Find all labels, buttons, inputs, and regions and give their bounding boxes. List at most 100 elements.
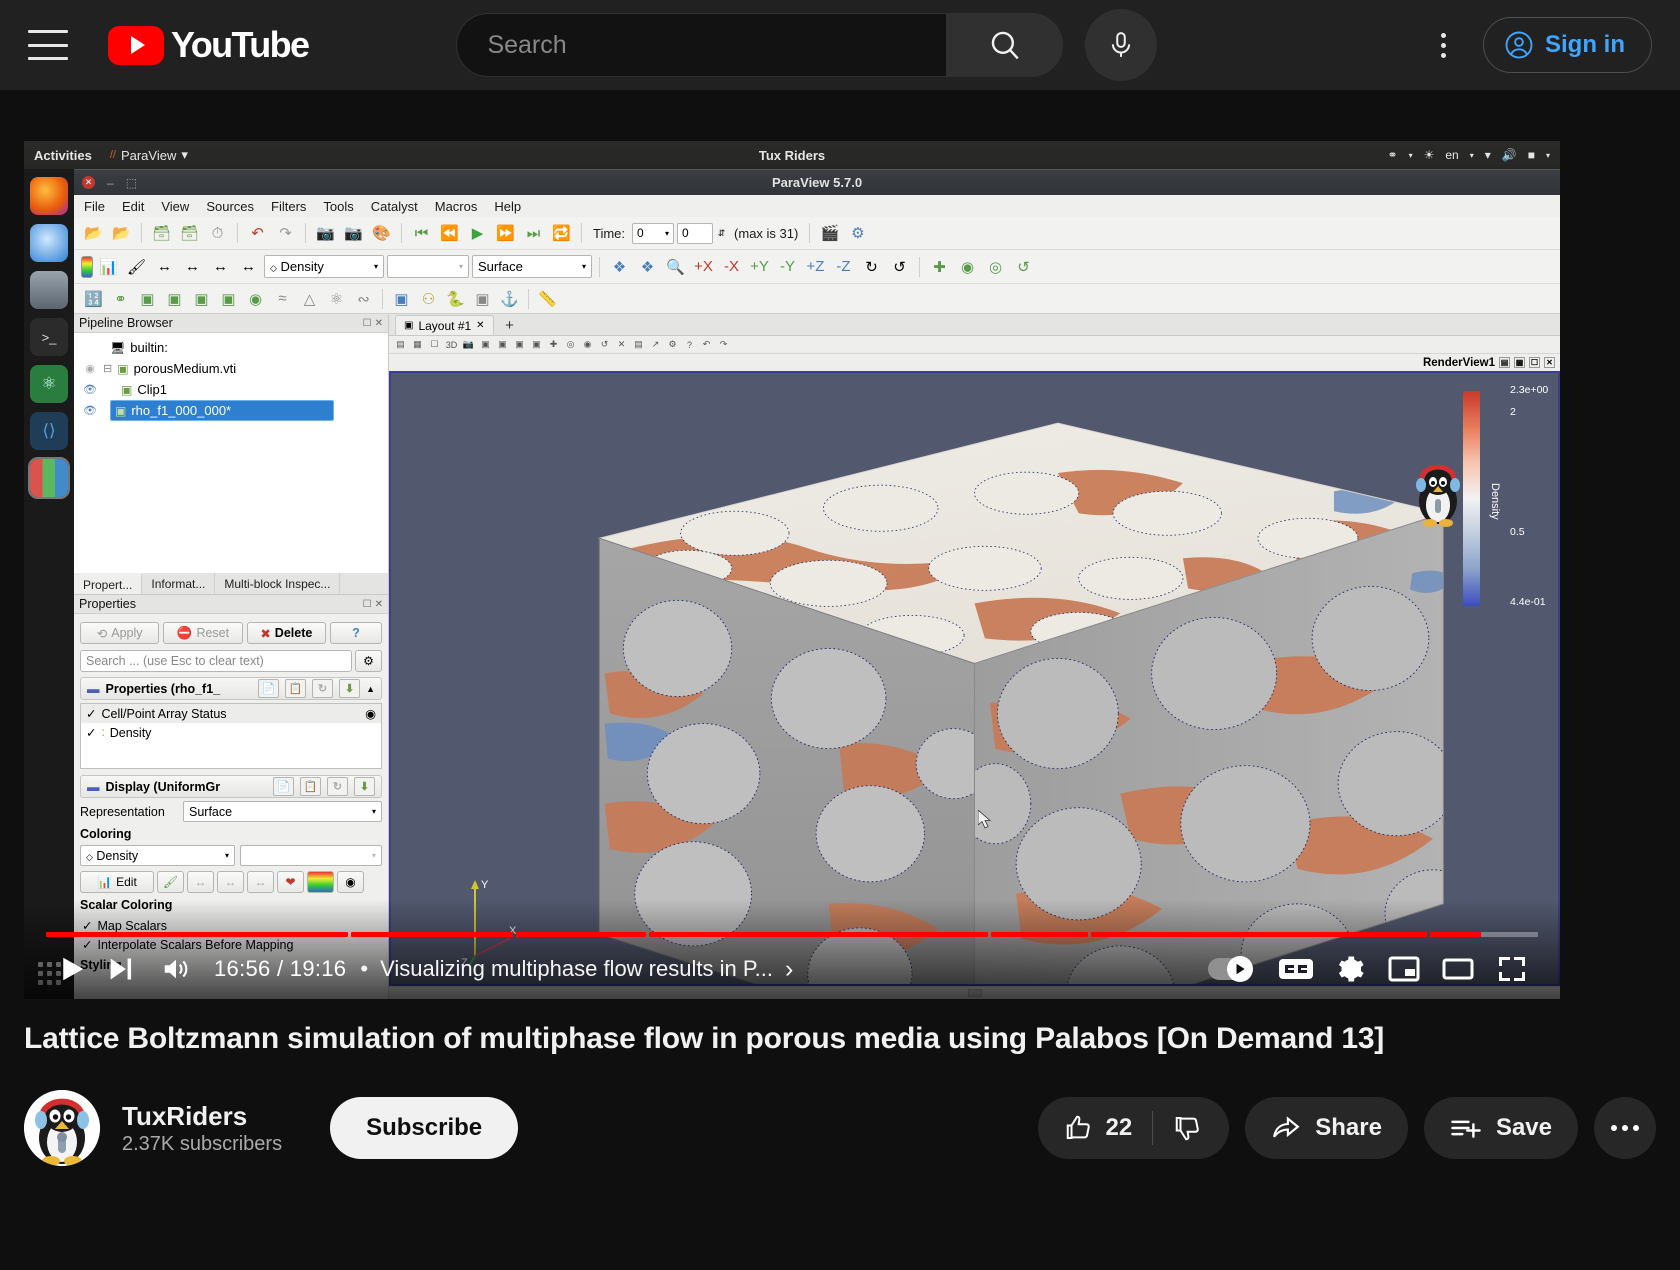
firefox-icon[interactable] — [30, 177, 68, 215]
slice-filter-icon[interactable]: ▣ — [162, 286, 187, 311]
ruler-measure-icon[interactable]: 📏 — [535, 286, 560, 311]
menu-help[interactable]: Help — [494, 199, 521, 214]
choose-preset-icon[interactable]: 🖌 — [157, 871, 184, 893]
visibility-eye-icon[interactable]: ◉ — [82, 362, 98, 375]
paste-properties-icon[interactable]: 📋 — [285, 679, 307, 698]
menu-catalyst[interactable]: Catalyst — [371, 199, 418, 214]
undo-icon[interactable]: ↶ — [245, 221, 270, 246]
extract-subset-icon[interactable]: ▣ — [216, 286, 241, 311]
camera-minus-x-icon[interactable]: -X — [719, 254, 744, 279]
collapse-icon[interactable]: ▬ — [87, 780, 100, 794]
plot-over-line-icon[interactable]: ▣ — [389, 286, 414, 311]
miniplayer-button[interactable] — [1380, 945, 1428, 993]
center-axes-view-icon[interactable]: ✚ — [546, 337, 561, 352]
array-item-density[interactable]: ✓ ∶ Density — [81, 723, 381, 742]
thunderbird-icon[interactable] — [30, 224, 68, 262]
hide-center-icon[interactable]: ✕ — [614, 337, 629, 352]
open-file-icon[interactable]: 📂 — [81, 221, 106, 246]
tab-information[interactable]: Informat... — [142, 573, 216, 594]
loop-animation-icon[interactable]: 🔁 — [549, 221, 574, 246]
clip-filter-icon[interactable]: ▣ — [135, 286, 160, 311]
show-orientation-axes-icon[interactable]: ↺ — [1011, 254, 1036, 279]
render-view-3d[interactable]: Y X Z 2.3e+00 2 0.5 4.4e-01 Density — [389, 371, 1560, 986]
search-box[interactable] — [456, 13, 947, 77]
camera-redo-icon[interactable]: 📷 — [341, 221, 366, 246]
edit-color-map-icon[interactable]: 📊 — [96, 254, 121, 279]
chapter-segment[interactable] — [1091, 932, 1428, 937]
glyph-filter-icon[interactable]: ◉ — [243, 286, 268, 311]
array-options-icon[interactable]: ◉ — [365, 706, 376, 721]
share-button[interactable]: Share — [1245, 1097, 1408, 1159]
chapter-chevron-icon[interactable]: › — [785, 955, 793, 984]
center-axes-icon[interactable]: ✚ — [927, 254, 952, 279]
maximize-view-btn-icon[interactable]: ☐ — [1529, 357, 1540, 368]
autoplay-toggle[interactable] — [1208, 956, 1266, 982]
add-layout-button[interactable]: + — [500, 315, 520, 335]
view-help-icon[interactable]: ? — [682, 337, 697, 352]
video-player[interactable]: Activities // ParaView ▾ Tux Riders ⚭ ▾ ☀… — [24, 141, 1560, 999]
interaction-mode-3d-icon[interactable]: 3D — [444, 337, 459, 352]
animation-settings-icon[interactable]: ⚙ — [845, 221, 870, 246]
menu-sources[interactable]: Sources — [206, 199, 254, 214]
menu-edit[interactable]: Edit — [122, 199, 144, 214]
previous-frame-icon[interactable]: ⏪ — [437, 221, 462, 246]
channel-name[interactable]: TuxRiders — [122, 1100, 282, 1133]
edit-color-map-button[interactable]: 📊 Edit — [80, 871, 154, 893]
redo-camera-icon[interactable]: ↷ — [716, 337, 731, 352]
next-video-button[interactable] — [96, 945, 144, 993]
view-settings-icon[interactable]: ⚙ — [665, 337, 680, 352]
paraview-dock-icon[interactable] — [28, 457, 70, 499]
reset-camera-icon[interactable]: ▣ — [478, 337, 493, 352]
rescale-data-range-icon[interactable]: ↔ — [152, 254, 177, 279]
chapter-segment[interactable] — [516, 932, 647, 937]
save-animation-icon[interactable]: 🎬 — [817, 221, 842, 246]
next-frame-icon[interactable]: ⏩ — [493, 221, 518, 246]
time-index-spinbox[interactable]: 0 — [677, 222, 714, 244]
first-frame-icon[interactable]: ⏮ — [409, 221, 434, 246]
camera-minus-y-icon[interactable]: -Y — [775, 254, 800, 279]
undock-icon[interactable]: ☐ — [363, 599, 372, 610]
reset-button[interactable]: ⛔ Reset — [163, 622, 243, 644]
redo-icon[interactable]: ↷ — [273, 221, 298, 246]
activities-button[interactable]: Activities — [34, 148, 92, 163]
save-button[interactable]: Save — [1423, 1097, 1578, 1159]
settings-button[interactable] — [1326, 945, 1374, 993]
more-vertical-icon[interactable] — [1421, 23, 1465, 67]
camera-minus-z-icon[interactable]: -Z — [831, 254, 856, 279]
ruler-icon[interactable]: ↗ — [648, 337, 663, 352]
cell-point-array-list[interactable]: ✓ Cell/Point Array Status ◉ ✓ ∶ Density — [80, 703, 382, 769]
camera-undo-icon[interactable]: 📷 — [313, 221, 338, 246]
layout-tab-1[interactable]: ▣ Layout #1 ✕ — [395, 315, 494, 335]
stream-tracer-icon[interactable]: ≈ — [270, 286, 295, 311]
select-cells-icon[interactable]: ❖ — [607, 254, 632, 279]
edit-scalar-bar-icon[interactable]: ◉ — [337, 871, 364, 893]
like-button[interactable]: 22 — [1064, 1113, 1132, 1143]
power-menu-caret[interactable]: ▾ — [1546, 151, 1550, 160]
save-data-icon[interactable]: 🗃 — [149, 221, 174, 246]
accessibility-icon[interactable]: ⚭ — [1388, 148, 1398, 162]
delete-button[interactable]: ✖ Delete — [246, 622, 326, 644]
split-h-icon[interactable]: ▤ — [1499, 357, 1510, 368]
gnome-status-area[interactable]: ⚭ ▾ ☀ en ▾ ▾ 🔊 ■ ▾ — [1388, 148, 1550, 162]
paste-display-icon[interactable]: 📋 — [300, 777, 321, 796]
volume-button[interactable] — [152, 945, 200, 993]
rescale-over-time-icon[interactable]: ↔ — [247, 871, 274, 893]
restore-display-defaults-icon[interactable]: ↻ — [327, 777, 348, 796]
last-frame-icon[interactable]: ⏭ — [521, 221, 546, 246]
calculator-filter-icon[interactable]: 🔢 — [81, 286, 106, 311]
battery-icon[interactable]: ■ — [1528, 148, 1535, 162]
undo-camera-icon[interactable]: ↶ — [699, 337, 714, 352]
rescale-to-data-icon[interactable]: ↔ — [187, 871, 214, 893]
play-animation-icon[interactable]: ▶ — [465, 221, 490, 246]
close-layout-icon[interactable]: ✕ — [476, 320, 484, 331]
chapter-segment[interactable] — [351, 932, 514, 937]
properties-search-input[interactable]: Search ... (use Esc to clear text) — [80, 650, 352, 672]
save-display-defaults-icon[interactable]: ⬇ — [354, 777, 375, 796]
toggle-color-legend-icon[interactable] — [81, 255, 93, 278]
panel-buttons[interactable]: ☐ ✕ — [363, 318, 383, 329]
rescale-to-custom-icon[interactable]: ↔ — [217, 871, 244, 893]
threshold-filter-icon[interactable]: ▣ — [189, 286, 214, 311]
vscode-icon[interactable]: ⟨⟩ — [30, 412, 68, 450]
use-separate-colormap-icon[interactable]: ❤ — [277, 871, 304, 893]
sign-in-button[interactable]: Sign in — [1483, 17, 1652, 73]
